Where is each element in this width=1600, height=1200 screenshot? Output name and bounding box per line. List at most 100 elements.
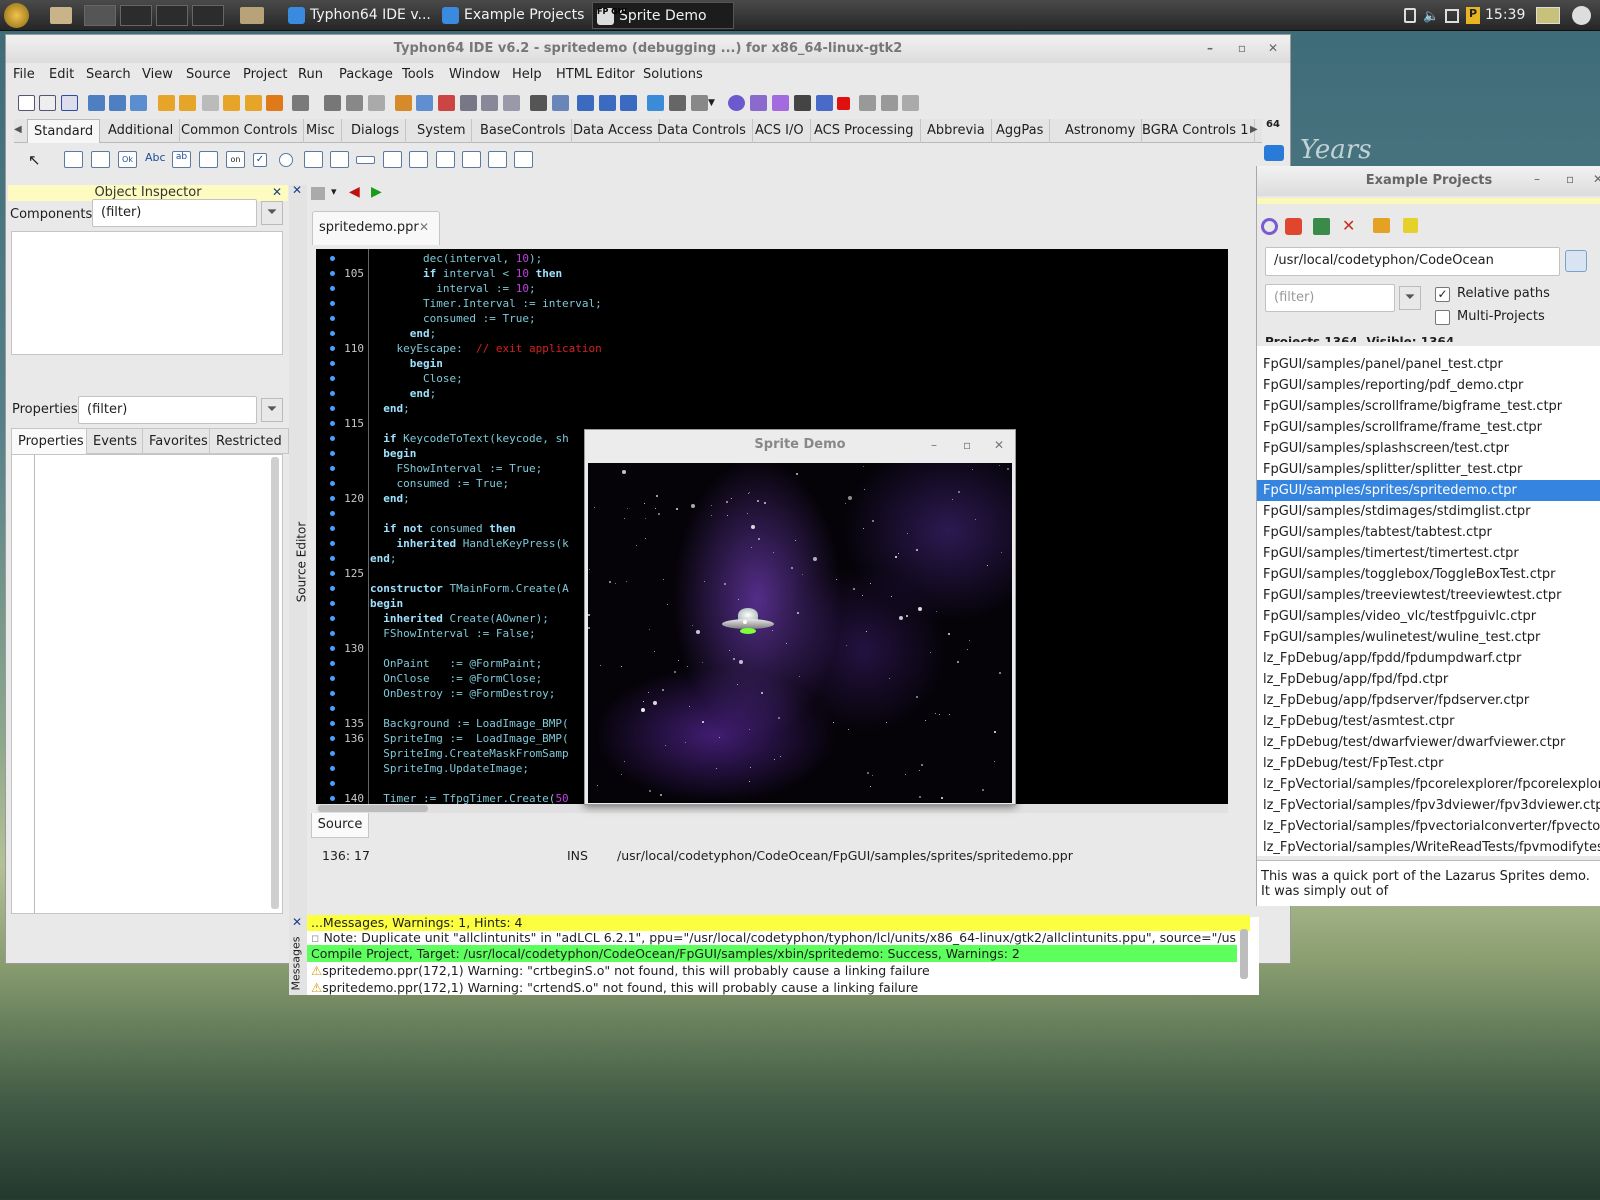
settings-icon[interactable] <box>1403 218 1418 233</box>
breakpoint-dot-icon[interactable] <box>330 661 335 666</box>
dropdown-arrow-icon[interactable]: ▾ <box>331 185 337 198</box>
debug-icon[interactable] <box>728 95 745 111</box>
step-over-icon[interactable] <box>881 95 898 111</box>
task-example-projects[interactable]: Example Projects <box>438 2 588 29</box>
file-manager-icon[interactable] <box>50 7 72 24</box>
compile-icon[interactable] <box>395 95 412 111</box>
breakpoint-dot-icon[interactable] <box>330 736 335 741</box>
code-line[interactable]: 105 if interval < 10 then <box>316 266 1228 281</box>
step-into-icon[interactable] <box>859 95 876 111</box>
memo-component-icon[interactable] <box>199 151 218 168</box>
app-menu-icon[interactable] <box>4 3 29 28</box>
breakpoint-dot-icon[interactable] <box>330 346 335 351</box>
forward-arrow-icon[interactable]: ▶ <box>371 184 382 200</box>
breakpoint-dot-icon[interactable] <box>330 766 335 771</box>
projects-filter-icon[interactable]: ⏷ <box>1399 286 1421 310</box>
space-canvas[interactable] <box>588 463 1012 803</box>
checkbox-component-icon[interactable]: ✓ <box>253 153 267 167</box>
breakpoint-dot-icon[interactable] <box>330 271 335 276</box>
project-list-item[interactable]: lz_FpDebug/test/dwarfviewer/dwarfviewer.… <box>1263 732 1565 753</box>
property-scrollbar[interactable] <box>271 457 279 909</box>
breakpoint-dot-icon[interactable] <box>330 526 335 531</box>
relative-paths-checkbox[interactable]: ✓ <box>1435 287 1450 302</box>
maximize-icon[interactable]: ▫ <box>1233 39 1251 57</box>
tab-common-controls[interactable]: Common Controls <box>175 119 305 143</box>
tool-6-icon[interactable] <box>647 95 664 111</box>
breakpoint-dot-icon[interactable] <box>330 421 335 426</box>
breakpoint-dot-icon[interactable] <box>330 781 335 786</box>
tab-acs-processing[interactable]: ACS Processing <box>808 119 921 143</box>
breakpoint-dot-icon[interactable] <box>330 691 335 696</box>
dropdown-arrow-icon[interactable]: ▼ <box>708 98 715 108</box>
messages-close-icon[interactable]: ✕ <box>292 915 302 929</box>
menu-project[interactable]: Project <box>243 67 287 82</box>
label-component-icon[interactable]: Abc <box>145 151 166 168</box>
radiobutton-component-icon[interactable] <box>279 153 293 167</box>
pointer-tool-icon[interactable]: ↖ <box>28 151 41 169</box>
breakpoint-dot-icon[interactable] <box>330 646 335 651</box>
tab-dialogs[interactable]: Dialogs <box>345 119 407 143</box>
tab-astronomy[interactable]: Astronomy <box>1059 119 1143 143</box>
tab-favorites[interactable]: Favorites <box>142 428 215 454</box>
copy-project-icon[interactable] <box>1313 218 1330 235</box>
workspace-3[interactable] <box>156 5 188 26</box>
ide-title-bar[interactable]: Typhon64 IDE v6.2 - spritedemo (debuggin… <box>6 35 1290 63</box>
code-line[interactable]: dec(interval, 10); <box>316 251 1228 266</box>
code-line[interactable]: end; <box>316 386 1228 401</box>
breakpoint-dot-icon[interactable] <box>330 331 335 336</box>
breakpoint-dot-icon[interactable] <box>330 571 335 576</box>
code-line[interactable]: consumed := True; <box>316 311 1228 326</box>
minimize-icon[interactable]: – <box>1201 39 1219 57</box>
path-input[interactable]: /usr/local/codetyphon/CodeOcean <box>1265 247 1560 276</box>
tab-data-controls[interactable]: Data Controls <box>651 119 753 143</box>
project-list-item[interactable]: FpGUI/samples/wulinetest/wuline_test.ctp… <box>1263 627 1540 648</box>
tab-additional[interactable]: Additional <box>102 119 181 143</box>
step-out-icon[interactable] <box>902 95 919 111</box>
horizontal-scrollbar[interactable] <box>316 804 1228 813</box>
components-filter-input[interactable]: (filter) <box>92 199 257 227</box>
network-icon[interactable] <box>1445 9 1459 23</box>
jump-list-icon[interactable] <box>311 187 325 200</box>
power-icon[interactable] <box>1572 6 1591 25</box>
breakpoint-dot-icon[interactable] <box>330 361 335 366</box>
project-list-item[interactable]: FpGUI/samples/panel/panel_test.ctpr <box>1263 354 1503 375</box>
menu-tools[interactable]: Tools <box>402 67 434 82</box>
back-arrow-icon[interactable]: ◀ <box>349 184 360 200</box>
components-filter-icon[interactable]: ⏷ <box>261 201 283 225</box>
properties-filter-input[interactable]: (filter) <box>78 396 257 424</box>
project-list-item[interactable]: lz_FpVectorial/samples/WriteReadTests/fp… <box>1263 837 1600 856</box>
messages-scrollbar[interactable] <box>1240 929 1248 979</box>
projects-filter-input[interactable]: (filter) <box>1265 284 1395 312</box>
breakpoint-dot-icon[interactable] <box>330 541 335 546</box>
edit-component-icon[interactable]: ab <box>172 151 191 168</box>
tool-4-icon[interactable] <box>599 95 616 111</box>
breakpoint-dot-icon[interactable] <box>330 316 335 321</box>
popupmenu-component-icon[interactable] <box>91 151 110 168</box>
workspace-2[interactable] <box>120 5 152 26</box>
close-icon[interactable]: ✕ <box>1264 39 1282 57</box>
project-list-item[interactable]: FpGUI/samples/scrollframe/frame_test.ctp… <box>1263 417 1542 438</box>
save-icon[interactable] <box>324 95 341 111</box>
project-list-item[interactable]: FpGUI/samples/splashscreen/test.ctpr <box>1263 438 1509 459</box>
groupbox-component-icon[interactable] <box>383 151 402 168</box>
code-line[interactable]: end; <box>316 401 1228 416</box>
breakpoint-dot-icon[interactable] <box>330 391 335 396</box>
breakpoint-dot-icon[interactable] <box>330 496 335 501</box>
package-add-icon[interactable] <box>202 95 219 111</box>
frame-component-icon[interactable] <box>488 151 507 168</box>
breakpoint-dot-icon[interactable] <box>330 721 335 726</box>
sprite-demo-title-bar[interactable]: Sprite Demo <box>585 430 1015 462</box>
tab-acs-io[interactable]: ACS I/O <box>749 119 811 143</box>
package-icon[interactable] <box>158 95 175 111</box>
tool-1-icon[interactable] <box>530 95 547 111</box>
tab-restricted[interactable]: Restricted <box>209 428 289 454</box>
tab-aggpas[interactable]: AggPas <box>990 119 1051 143</box>
radiogroup-component-icon[interactable] <box>409 151 428 168</box>
refresh-icon[interactable] <box>1261 218 1278 235</box>
breakpoint-dot-icon[interactable] <box>330 676 335 681</box>
workspace-4[interactable] <box>192 5 224 26</box>
tab-misc[interactable]: Misc <box>300 119 342 143</box>
project-list-item[interactable]: lz_FpDebug/app/fpdd/fpdumpdwarf.ctpr <box>1263 648 1521 669</box>
breakpoint-dot-icon[interactable] <box>330 376 335 381</box>
palette-left-arrow-icon[interactable]: ◀ <box>14 124 22 135</box>
